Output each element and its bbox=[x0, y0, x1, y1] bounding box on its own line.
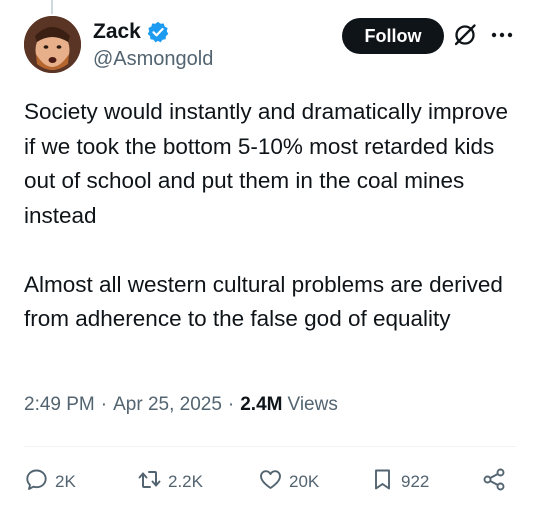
share-button[interactable] bbox=[482, 466, 507, 498]
repost-count: 2.2K bbox=[168, 472, 203, 491]
author-names: Zack @Asmongold bbox=[93, 18, 213, 71]
action-bar: 2K 2.2K 20K 922 bbox=[24, 466, 518, 498]
tweet-paragraph: Almost all western cultural problems are… bbox=[24, 271, 503, 332]
divider bbox=[24, 446, 516, 447]
share-icon bbox=[482, 467, 507, 497]
like-button[interactable]: 20K bbox=[258, 466, 319, 498]
repost-icon bbox=[137, 467, 162, 497]
avatar[interactable] bbox=[24, 16, 81, 73]
reply-icon bbox=[24, 467, 49, 497]
display-name[interactable]: Zack bbox=[93, 20, 141, 44]
tweet-time[interactable]: 2:49 PM bbox=[24, 394, 95, 416]
like-count: 20K bbox=[289, 472, 320, 491]
thread-connector-line bbox=[51, 0, 53, 14]
views-label: Views bbox=[287, 394, 338, 415]
display-name-row: Zack bbox=[93, 18, 213, 46]
reply-count: 2K bbox=[55, 472, 76, 491]
bookmark-button[interactable]: 922 bbox=[370, 466, 429, 498]
tweet-text: Society would instantly and dramatically… bbox=[24, 95, 524, 337]
tweet-meta: 2:49 PM · Apr 25, 2025 · 2.4M Views bbox=[24, 394, 338, 416]
verified-icon bbox=[147, 21, 169, 43]
handle[interactable]: @Asmongold bbox=[93, 48, 213, 71]
like-icon bbox=[258, 467, 283, 497]
meta-separator: · bbox=[227, 394, 235, 415]
tweet-date[interactable]: Apr 25, 2025 bbox=[113, 394, 222, 416]
tweet-paragraph: Society would instantly and dramatically… bbox=[24, 99, 508, 228]
follow-button[interactable]: Follow bbox=[342, 18, 444, 54]
bookmark-icon bbox=[370, 467, 395, 497]
tweet-header: Zack @Asmongold Follow bbox=[24, 16, 524, 76]
grok-icon[interactable] bbox=[452, 22, 478, 48]
views-count: 2.4M bbox=[240, 394, 283, 415]
repost-button[interactable]: 2.2K bbox=[137, 466, 203, 498]
reply-button[interactable]: 2K bbox=[24, 466, 76, 498]
meta-separator: · bbox=[100, 394, 108, 415]
more-icon[interactable] bbox=[489, 22, 515, 48]
bookmark-count: 922 bbox=[401, 472, 430, 491]
